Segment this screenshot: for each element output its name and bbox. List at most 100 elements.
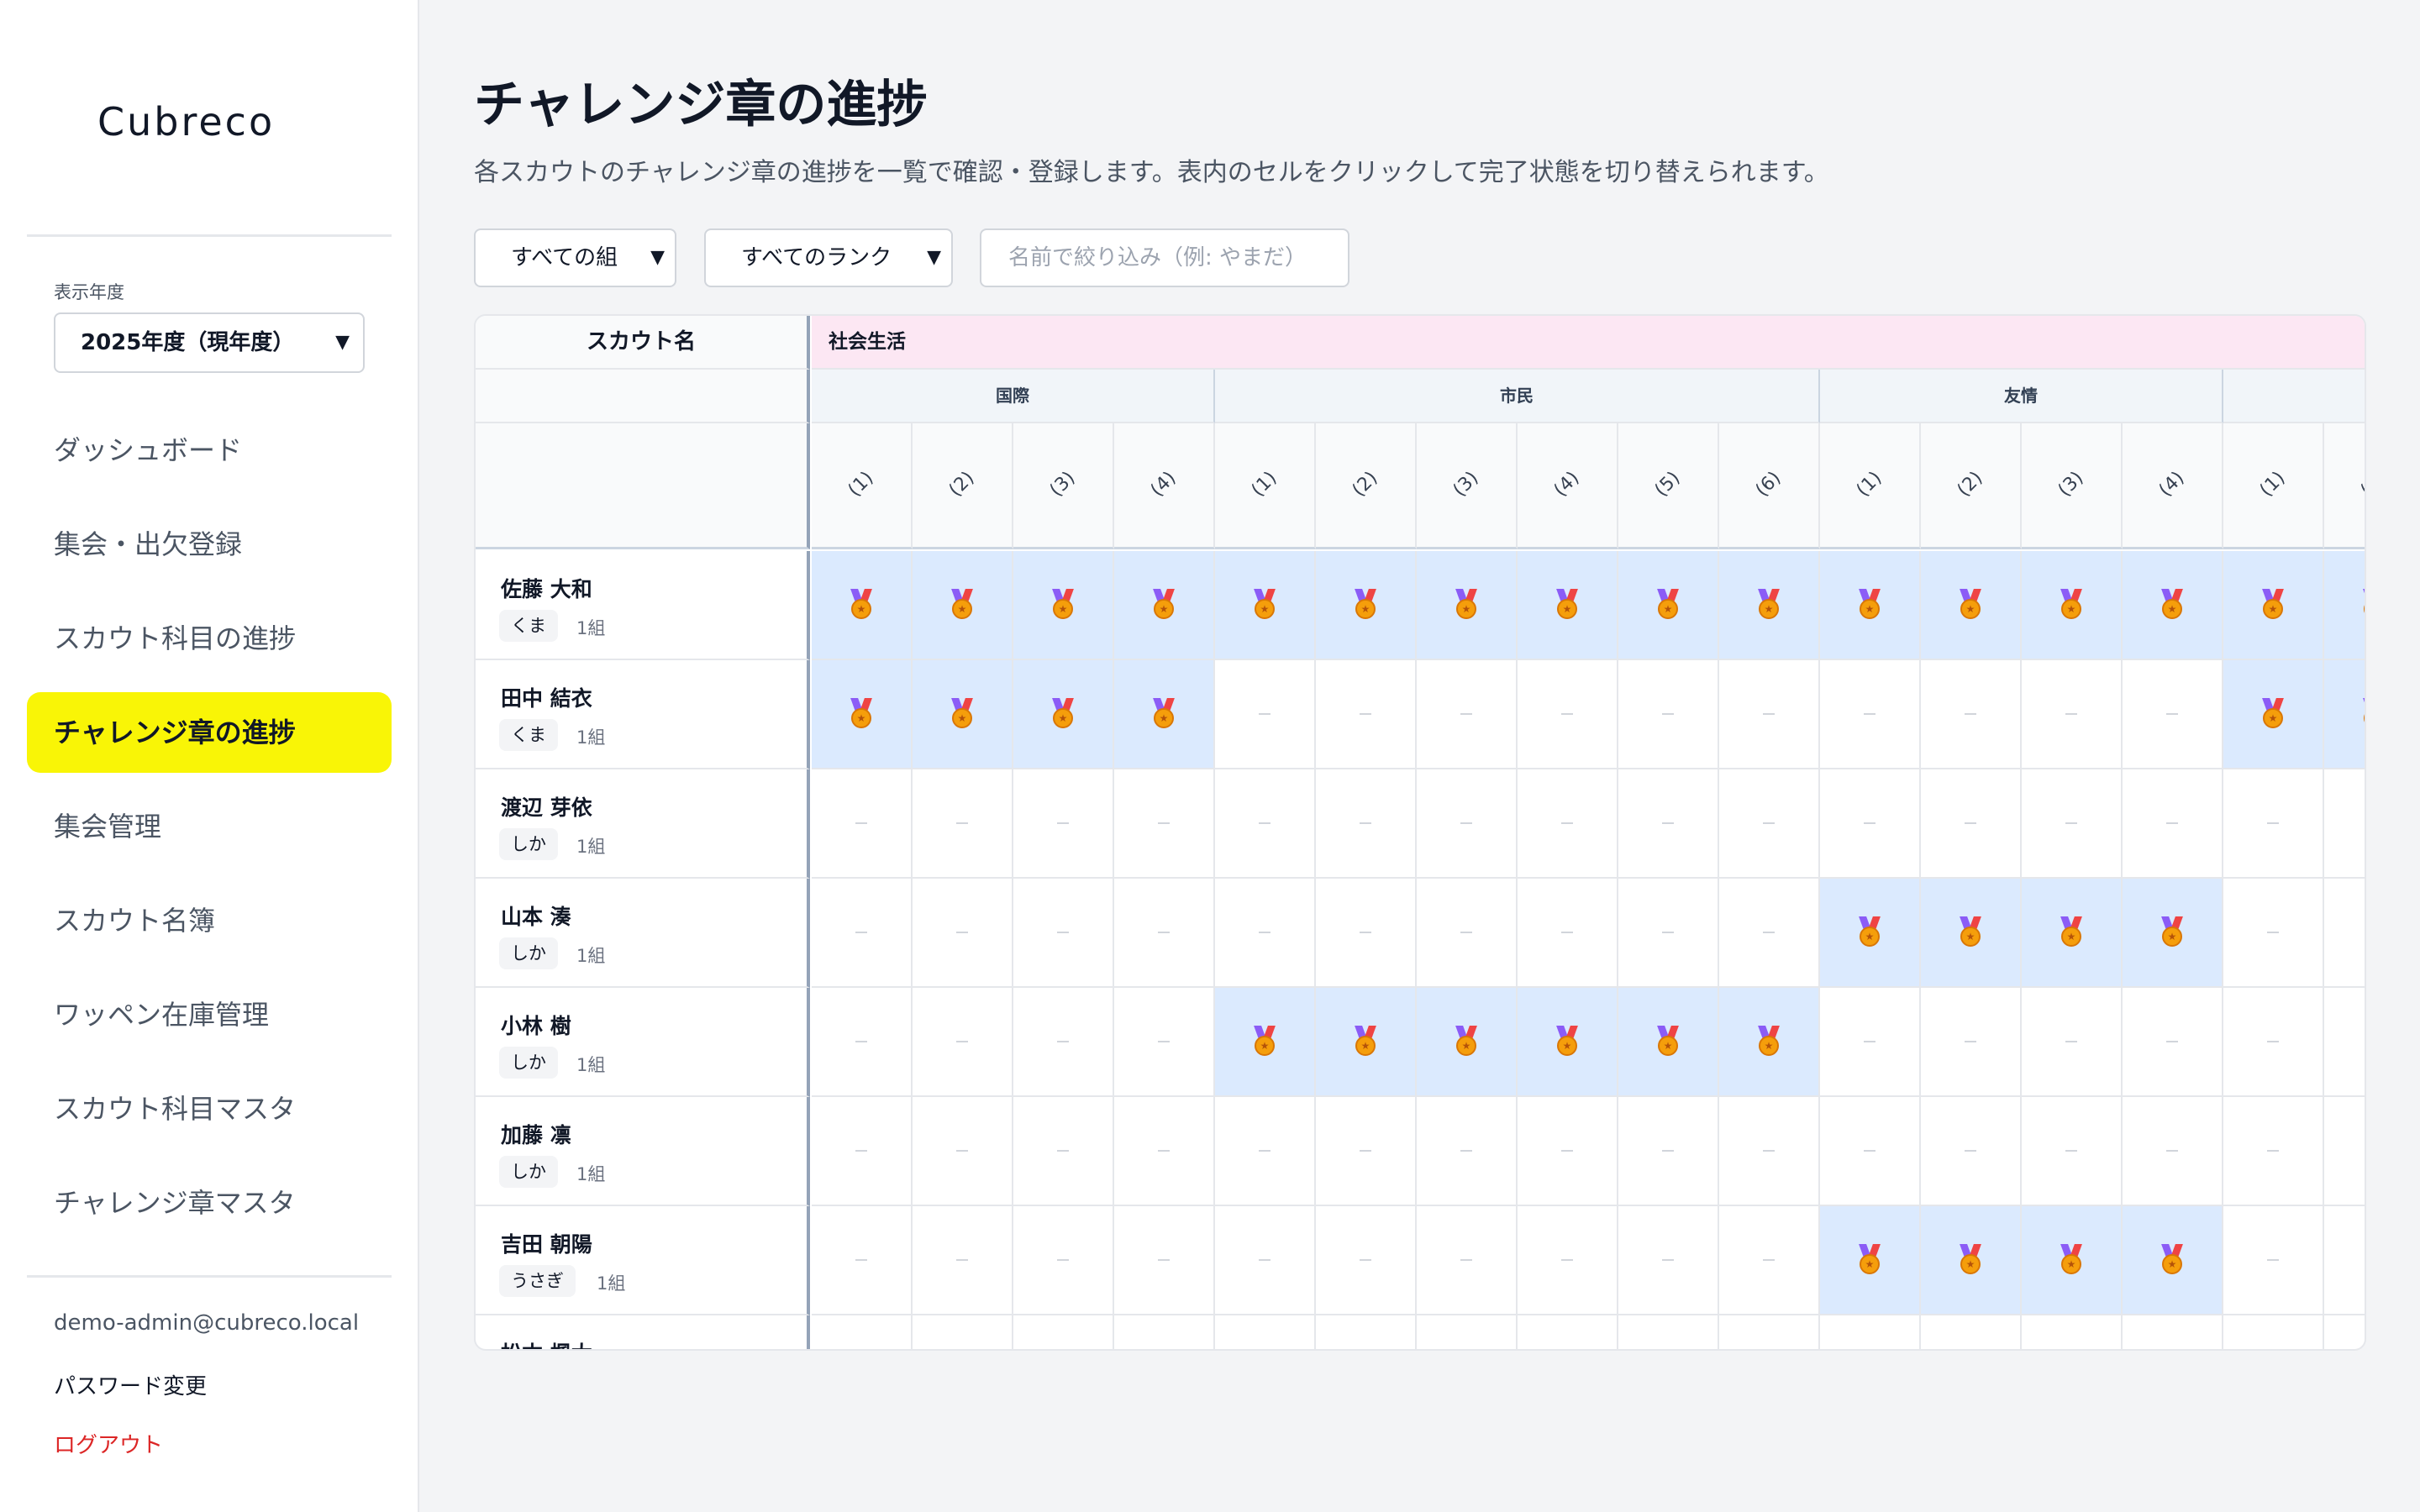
- progress-cell[interactable]: [2324, 879, 2365, 988]
- progress-cell[interactable]: ★: [2223, 551, 2324, 660]
- progress-cell[interactable]: [1719, 1097, 1820, 1206]
- progress-cell[interactable]: ★: [812, 660, 913, 769]
- progress-cell[interactable]: ★: [812, 551, 913, 660]
- progress-cell[interactable]: ★: [1114, 551, 1215, 660]
- progress-cell[interactable]: [2123, 1097, 2223, 1206]
- progress-cell[interactable]: [2123, 988, 2223, 1097]
- progress-cell[interactable]: [1618, 1206, 1719, 1315]
- progress-cell[interactable]: [1719, 769, 1820, 879]
- progress-cell[interactable]: ★: [1518, 988, 1618, 1097]
- nav-item-dashboard[interactable]: ダッシュボード: [27, 410, 392, 491]
- progress-cell[interactable]: [1921, 660, 2022, 769]
- nav-item-scout-subject-progress[interactable]: スカウト科目の進捗: [27, 598, 392, 679]
- progress-cell[interactable]: ★: [2324, 660, 2365, 769]
- progress-cell[interactable]: ★: [1618, 988, 1719, 1097]
- progress-cell[interactable]: ★: [1215, 988, 1316, 1097]
- progress-cell[interactable]: [1417, 1206, 1518, 1315]
- progress-cell[interactable]: [1316, 660, 1417, 769]
- progress-cell[interactable]: ★: [2022, 1206, 2123, 1315]
- progress-cell[interactable]: [1215, 1315, 1316, 1349]
- progress-cell[interactable]: [1215, 769, 1316, 879]
- progress-cell[interactable]: [812, 769, 913, 879]
- progress-cell[interactable]: [1618, 1315, 1719, 1349]
- progress-cell[interactable]: [1719, 879, 1820, 988]
- progress-cell[interactable]: [2223, 1206, 2324, 1315]
- progress-cell[interactable]: [1820, 1097, 1921, 1206]
- progress-cell[interactable]: ★: [2223, 660, 2324, 769]
- progress-cell[interactable]: [913, 1315, 1013, 1349]
- progress-cell[interactable]: [1215, 1097, 1316, 1206]
- progress-cell[interactable]: [2022, 1315, 2123, 1349]
- progress-cell[interactable]: [1013, 988, 1114, 1097]
- progress-cell[interactable]: [2223, 879, 2324, 988]
- progress-cell[interactable]: ★: [1820, 879, 1921, 988]
- progress-cell[interactable]: ★: [2123, 1206, 2223, 1315]
- progress-cell[interactable]: [1719, 660, 1820, 769]
- progress-cell[interactable]: ★: [1921, 551, 2022, 660]
- name-filter-input[interactable]: 名前で絞り込み（例: やまだ）: [980, 228, 1349, 287]
- change-password-link[interactable]: パスワード変更: [54, 1369, 207, 1400]
- progress-cell[interactable]: [1114, 1315, 1215, 1349]
- progress-cell[interactable]: [2223, 1315, 2324, 1349]
- progress-cell[interactable]: [1215, 879, 1316, 988]
- progress-cell[interactable]: [1921, 769, 2022, 879]
- progress-cell[interactable]: [1417, 660, 1518, 769]
- progress-cell[interactable]: [812, 1315, 913, 1349]
- nav-item-challenge-badge-master[interactable]: チャレンジ章マスタ: [27, 1163, 392, 1243]
- progress-cell[interactable]: ★: [1316, 988, 1417, 1097]
- progress-cell[interactable]: [2022, 660, 2123, 769]
- progress-cell[interactable]: [913, 1206, 1013, 1315]
- nav-item-meeting-attendance[interactable]: 集会・出欠登録: [27, 504, 392, 585]
- progress-cell[interactable]: [1417, 1097, 1518, 1206]
- progress-cell[interactable]: [1618, 660, 1719, 769]
- progress-cell[interactable]: ★: [2123, 879, 2223, 988]
- progress-cell[interactable]: [1518, 1097, 1618, 1206]
- progress-cell[interactable]: [2324, 1206, 2365, 1315]
- progress-cell[interactable]: [1921, 988, 2022, 1097]
- progress-cell[interactable]: [2022, 1097, 2123, 1206]
- progress-cell[interactable]: [1518, 1206, 1618, 1315]
- progress-cell[interactable]: [1820, 660, 1921, 769]
- progress-cell[interactable]: [2123, 769, 2223, 879]
- progress-cell[interactable]: [812, 1097, 913, 1206]
- progress-cell[interactable]: [2022, 988, 2123, 1097]
- progress-cell[interactable]: [812, 988, 913, 1097]
- progress-cell[interactable]: [1921, 1097, 2022, 1206]
- progress-cell[interactable]: [1316, 1315, 1417, 1349]
- progress-cell[interactable]: [1316, 769, 1417, 879]
- progress-cell[interactable]: [1417, 879, 1518, 988]
- progress-cell[interactable]: [913, 988, 1013, 1097]
- progress-cell[interactable]: [2223, 1097, 2324, 1206]
- progress-cell[interactable]: [2123, 660, 2223, 769]
- progress-cell[interactable]: [1316, 1097, 1417, 1206]
- progress-cell[interactable]: [1518, 769, 1618, 879]
- progress-cell[interactable]: [1417, 769, 1518, 879]
- progress-cell[interactable]: [2022, 769, 2123, 879]
- progress-cell[interactable]: [1013, 1315, 1114, 1349]
- progress-cell[interactable]: [1618, 879, 1719, 988]
- progress-cell[interactable]: ★: [1719, 551, 1820, 660]
- progress-cell[interactable]: ★: [1618, 551, 1719, 660]
- progress-cell[interactable]: [913, 879, 1013, 988]
- progress-cell[interactable]: [812, 1206, 913, 1315]
- progress-cell[interactable]: [1013, 1206, 1114, 1315]
- progress-cell[interactable]: [1719, 1315, 1820, 1349]
- progress-cell[interactable]: [1618, 769, 1719, 879]
- progress-cell[interactable]: ★: [2022, 551, 2123, 660]
- progress-cell[interactable]: ★: [1013, 660, 1114, 769]
- nav-item-scout-roster[interactable]: スカウト名簿: [27, 880, 392, 961]
- progress-cell[interactable]: [1921, 1315, 2022, 1349]
- logout-link[interactable]: ログアウト: [54, 1428, 163, 1459]
- group-filter-select[interactable]: すべての組 ▼: [474, 228, 676, 287]
- progress-cell[interactable]: [2324, 769, 2365, 879]
- progress-cell[interactable]: ★: [1316, 551, 1417, 660]
- progress-cell[interactable]: [1820, 988, 1921, 1097]
- progress-cell[interactable]: ★: [1719, 988, 1820, 1097]
- progress-cell[interactable]: ★: [1417, 551, 1518, 660]
- nav-item-challenge-badge-progress[interactable]: チャレンジ章の進捗: [27, 692, 392, 773]
- progress-cell[interactable]: ★: [1215, 551, 1316, 660]
- progress-cell[interactable]: [1013, 769, 1114, 879]
- progress-cell[interactable]: ★: [913, 551, 1013, 660]
- progress-cell[interactable]: [1316, 879, 1417, 988]
- app-logo[interactable]: Cubreco: [97, 99, 275, 144]
